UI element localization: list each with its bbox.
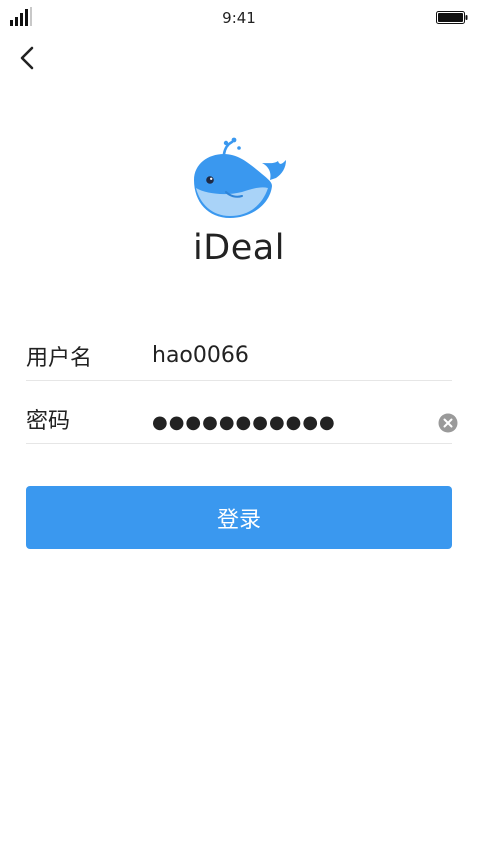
chevron-left-icon: [20, 46, 34, 70]
app-name: iDeal: [193, 228, 285, 268]
login-screen: 9:41 iDeal 用户名 密码: [0, 0, 478, 850]
password-input[interactable]: [152, 405, 422, 439]
username-input[interactable]: [152, 338, 422, 372]
status-time: 9:41: [222, 9, 256, 27]
clear-circle-icon: [438, 413, 458, 433]
status-bar: 9:41: [0, 0, 478, 36]
password-label: 密码: [26, 409, 71, 434]
clear-password-button[interactable]: [438, 413, 458, 433]
login-button[interactable]: 登录: [26, 486, 452, 549]
battery-icon: [436, 11, 468, 24]
username-label: 用户名: [26, 346, 93, 371]
whale-logo-icon: [194, 137, 286, 218]
back-button[interactable]: [13, 42, 45, 74]
password-row: 密码: [26, 391, 458, 444]
username-row: 用户名: [26, 328, 452, 381]
